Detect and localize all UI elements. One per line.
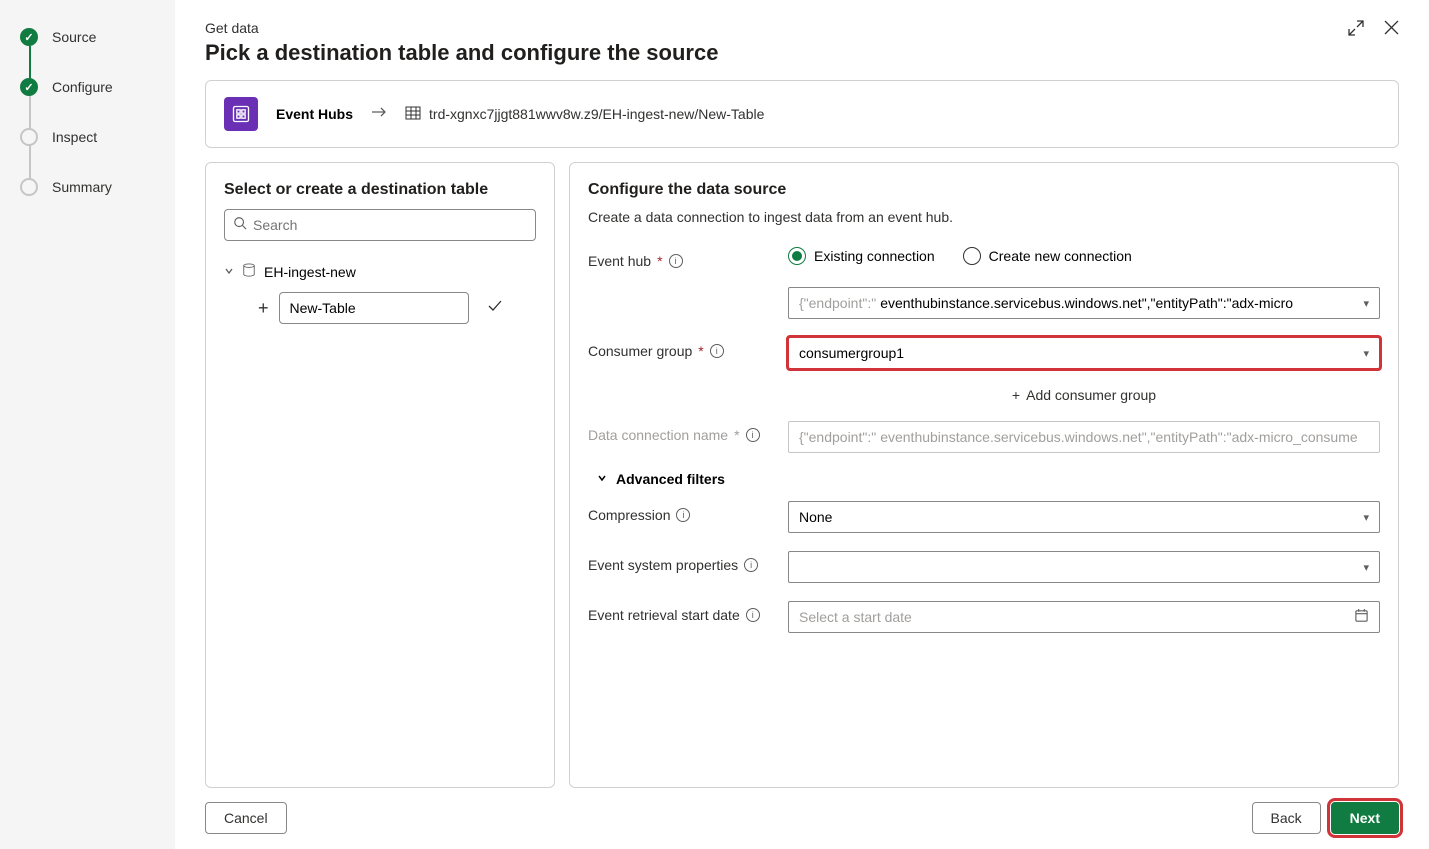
radio-create-new-connection[interactable]: Create new connection xyxy=(963,247,1132,265)
new-table-name-input[interactable] xyxy=(279,292,469,324)
step-pending-icon xyxy=(20,178,38,196)
data-connection-name-label: Data connection name* i xyxy=(588,421,788,443)
arrow-right-icon xyxy=(371,105,387,123)
panel-title: Configure the data source xyxy=(588,181,1380,199)
step-configure[interactable]: Configure xyxy=(20,78,155,96)
database-tree-node[interactable]: EH-ingest-new xyxy=(224,259,536,284)
data-connection-name-field: {"endpoint":"eventhubinstance.servicebus… xyxy=(788,421,1380,453)
destination-path: trd-xgnxc7jjgt881wwv8w.z9/EH-ingest-new/… xyxy=(405,105,764,124)
event-hubs-icon xyxy=(224,97,258,131)
expand-icon[interactable] xyxy=(1348,20,1364,41)
event-hub-connection-select[interactable]: {"endpoint":"eventhubinstance.servicebus… xyxy=(788,287,1380,319)
chevron-down-icon: ▾ xyxy=(1363,297,1369,310)
breadcrumb: Get data xyxy=(205,20,718,36)
destination-table-panel: Select or create a destination table EH-… xyxy=(205,162,555,788)
step-label: Summary xyxy=(52,179,112,195)
chevron-down-icon xyxy=(596,471,608,487)
consumer-group-label: Consumer group* i xyxy=(588,337,788,359)
search-icon xyxy=(233,216,247,235)
main-content: Get data Pick a destination table and co… xyxy=(175,0,1429,849)
destination-path-text: trd-xgnxc7jjgt881wwv8w.z9/EH-ingest-new/… xyxy=(429,106,764,122)
info-icon[interactable]: i xyxy=(746,608,760,622)
add-consumer-group-button[interactable]: + Add consumer group xyxy=(788,387,1380,403)
database-name: EH-ingest-new xyxy=(264,264,356,280)
table-search[interactable] xyxy=(224,209,536,241)
step-connector xyxy=(29,96,31,132)
cancel-button[interactable]: Cancel xyxy=(205,802,287,834)
info-icon[interactable]: i xyxy=(676,508,690,522)
step-done-icon xyxy=(20,78,38,96)
page-title: Pick a destination table and configure t… xyxy=(205,40,718,66)
table-icon xyxy=(405,105,421,124)
info-icon[interactable]: i xyxy=(746,428,760,442)
info-icon[interactable]: i xyxy=(669,254,683,268)
step-pending-icon xyxy=(20,128,38,146)
event-retrieval-start-date-label: Event retrieval start date i xyxy=(588,601,788,623)
compression-select[interactable]: None ▾ xyxy=(788,501,1380,533)
source-label: Event Hubs xyxy=(276,106,353,122)
info-icon[interactable]: i xyxy=(710,344,724,358)
wizard-stepper: Source Configure Inspect Summary xyxy=(0,0,175,849)
chevron-down-icon: ▾ xyxy=(1363,347,1369,360)
chevron-down-icon: ▾ xyxy=(1363,511,1369,524)
chevron-down-icon[interactable] xyxy=(224,265,234,279)
database-icon xyxy=(242,263,256,280)
panel-title: Select or create a destination table xyxy=(224,181,536,199)
step-connector xyxy=(29,46,31,82)
checkmark-icon[interactable] xyxy=(487,299,503,318)
add-table-button[interactable]: + xyxy=(258,298,269,319)
next-button[interactable]: Next xyxy=(1331,802,1399,834)
calendar-icon xyxy=(1354,608,1369,626)
consumer-group-select[interactable]: consumergroup1 ▾ xyxy=(788,337,1380,369)
source-summary-bar: Event Hubs trd-xgnxc7jjgt881wwv8w.z9/EH-… xyxy=(205,80,1399,148)
plus-icon: + xyxy=(1012,387,1020,403)
search-input[interactable] xyxy=(253,217,527,233)
close-icon[interactable] xyxy=(1384,20,1399,41)
event-system-properties-label: Event system properties i xyxy=(588,551,788,573)
radio-existing-connection[interactable]: Existing connection xyxy=(788,247,935,265)
step-connector xyxy=(29,145,31,181)
panel-subtitle: Create a data connection to ingest data … xyxy=(588,209,1380,225)
step-source[interactable]: Source xyxy=(20,28,155,46)
back-button[interactable]: Back xyxy=(1252,802,1321,834)
advanced-filters-toggle[interactable]: Advanced filters xyxy=(588,471,1380,487)
compression-label: Compression i xyxy=(588,501,788,523)
info-icon[interactable]: i xyxy=(744,558,758,572)
step-label: Source xyxy=(52,29,96,45)
step-label: Configure xyxy=(52,79,113,95)
step-done-icon xyxy=(20,28,38,46)
wizard-footer: Cancel Back Next xyxy=(205,788,1399,834)
step-label: Inspect xyxy=(52,129,97,145)
step-inspect[interactable]: Inspect xyxy=(20,128,155,146)
event-hub-label: Event hub* i xyxy=(588,247,788,269)
step-summary[interactable]: Summary xyxy=(20,178,155,196)
configure-source-panel: Configure the data source Create a data … xyxy=(569,162,1399,788)
chevron-down-icon: ▾ xyxy=(1363,561,1369,574)
event-system-properties-select[interactable]: ▾ xyxy=(788,551,1380,583)
event-retrieval-start-date-picker[interactable]: Select a start date xyxy=(788,601,1380,633)
